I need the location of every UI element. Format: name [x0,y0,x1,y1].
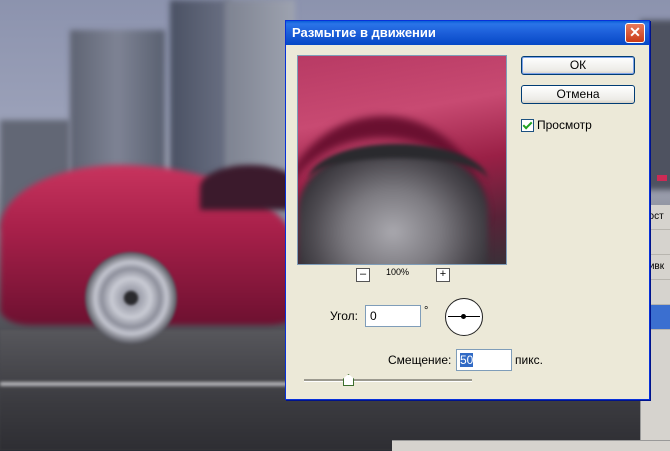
zoom-out-button[interactable]: – [356,268,370,282]
offset-value: 50 [460,353,474,367]
cancel-button[interactable]: Отмена [521,85,635,104]
blur-preview[interactable] [297,55,507,265]
offset-slider-thumb[interactable] [343,374,354,386]
offset-slider-track[interactable] [304,379,472,382]
close-icon[interactable]: ✕ [625,23,645,43]
motion-blur-dialog: Размытие в движении ✕ – 100% + ОК Отмена… [285,20,650,400]
preview-tire [308,144,488,218]
dialog-titlebar[interactable]: Размытие в движении ✕ [286,21,649,45]
preview-checkbox[interactable] [521,118,534,132]
panel-bottom-bar [392,440,670,451]
preview-checkbox-row[interactable]: Просмотр [521,118,592,132]
preview-label: Просмотр [537,118,592,132]
car-wheel [85,252,177,344]
zoom-value: 100% [386,267,410,277]
offset-input[interactable]: 50 [456,349,512,371]
building [170,0,230,180]
zoom-in-button[interactable]: + [436,268,450,282]
offset-label: Смещение: [388,353,452,367]
dialog-title: Размытие в движении [292,25,436,40]
degree-unit: ° [424,305,429,317]
angle-dial[interactable] [445,298,483,336]
tail-light [657,175,667,181]
ok-button[interactable]: ОК [521,56,635,75]
angle-input[interactable]: 0 [365,305,421,327]
angle-label: Угол: [330,309,358,323]
dial-center [461,314,466,319]
offset-unit: пикс. [515,353,543,367]
